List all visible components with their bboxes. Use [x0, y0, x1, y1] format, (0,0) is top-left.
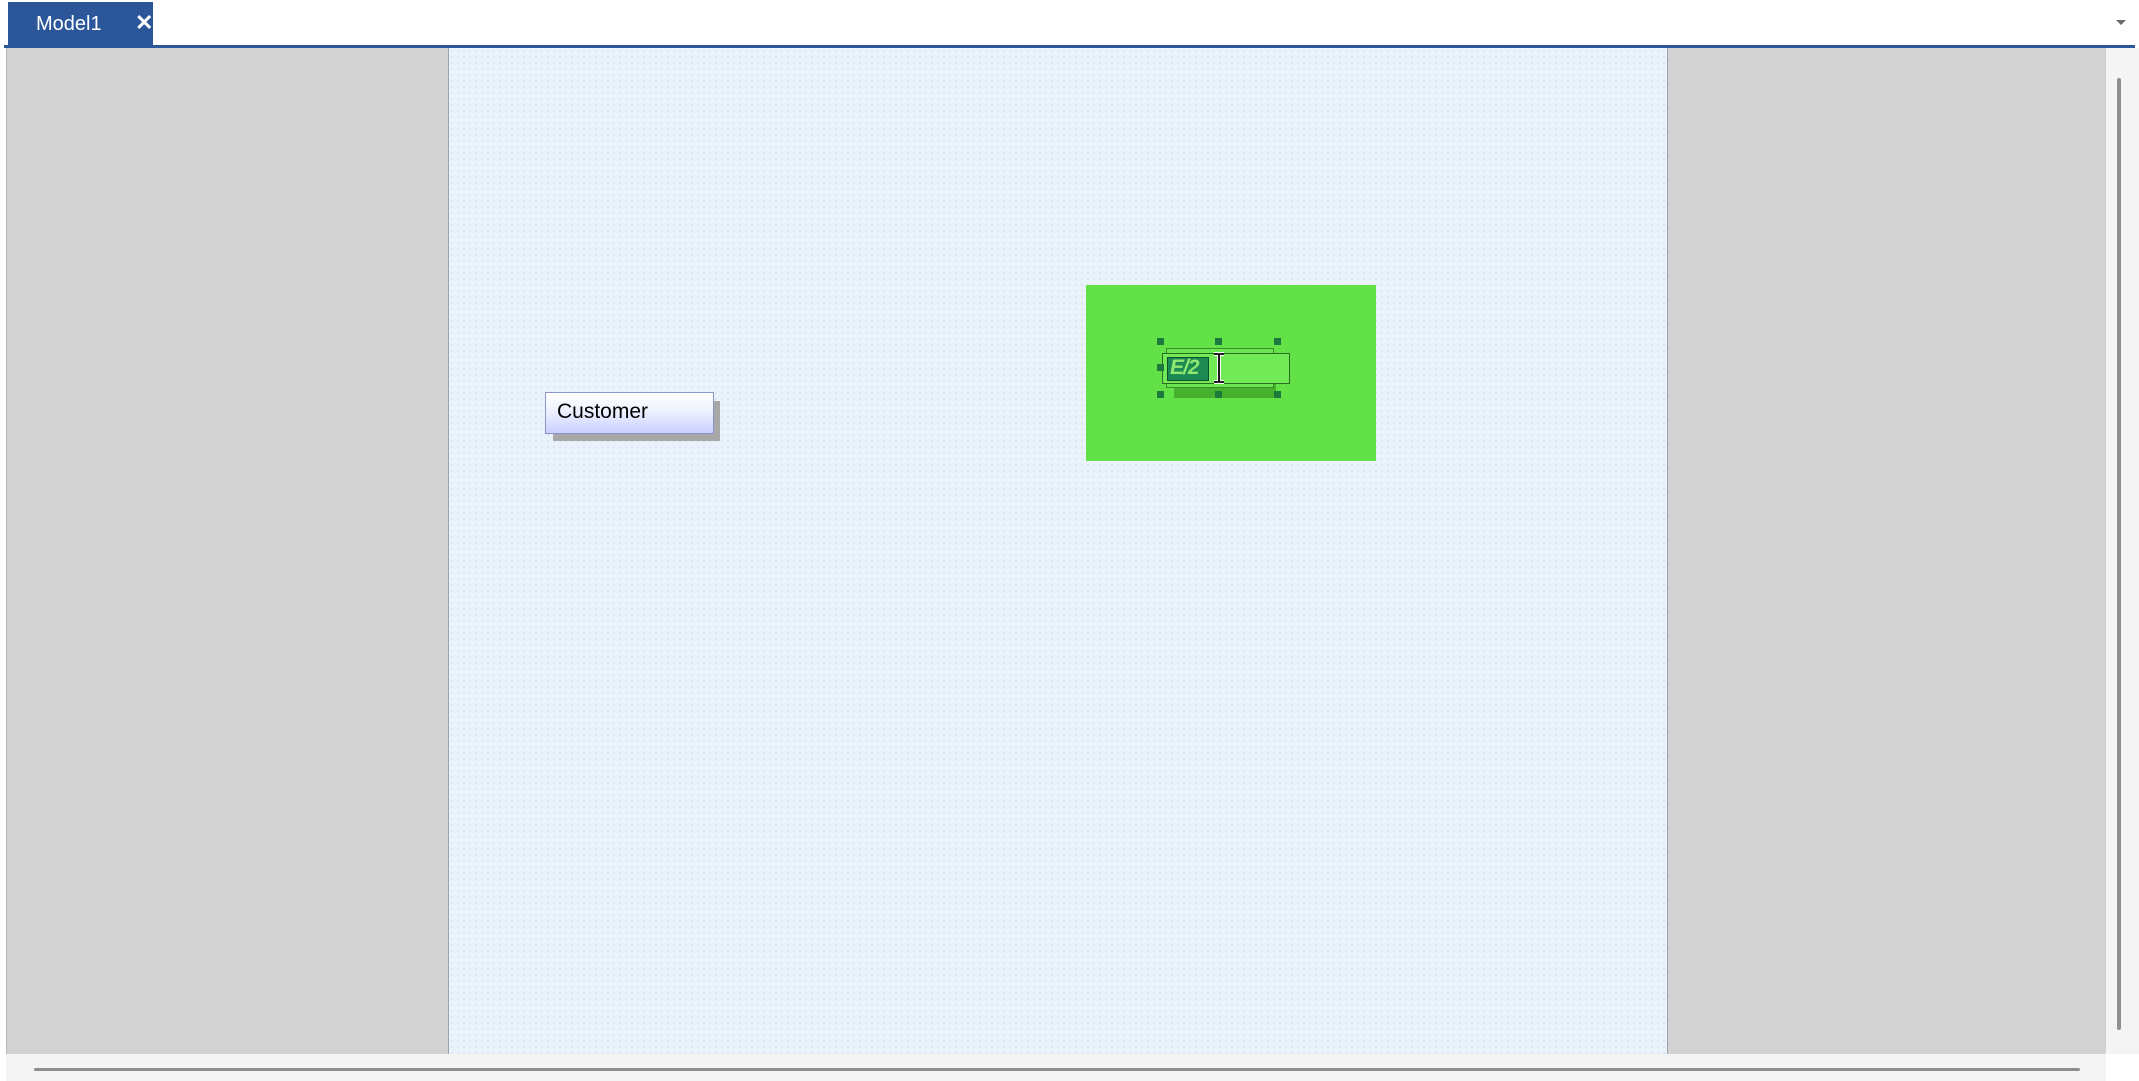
selection-handle-bottom-left[interactable]	[1157, 391, 1164, 398]
close-icon[interactable]: ✕	[135, 12, 153, 34]
selection-handle-middle-left[interactable]	[1157, 364, 1164, 371]
selection-handle-bottom-center[interactable]	[1215, 391, 1222, 398]
i-beam-cursor-icon	[1214, 352, 1224, 384]
diagram-canvas[interactable]	[448, 48, 1668, 1054]
selection-handle-top-left[interactable]	[1157, 338, 1164, 345]
vertical-scrollbar-thumb[interactable]	[2117, 78, 2121, 1030]
selection-handle-bottom-right[interactable]	[1274, 391, 1281, 398]
document-tab-strip: Model1 ✕	[0, 0, 2139, 48]
entity-name-editor[interactable]: E/2	[1170, 356, 1200, 380]
tab-label: Model1	[36, 13, 102, 35]
horizontal-scrollbar-thumb[interactable]	[34, 1068, 2080, 1071]
selection-handle-top-right[interactable]	[1274, 338, 1281, 345]
vertical-scrollbar[interactable]	[2106, 48, 2139, 1054]
tab-model1[interactable]: Model1 ✕	[8, 2, 153, 46]
entity-label: Customer	[557, 400, 649, 423]
chevron-down-icon[interactable]	[2113, 15, 2129, 29]
selection-handle-top-center[interactable]	[1215, 338, 1222, 345]
entity-customer[interactable]: Customer	[545, 392, 714, 434]
